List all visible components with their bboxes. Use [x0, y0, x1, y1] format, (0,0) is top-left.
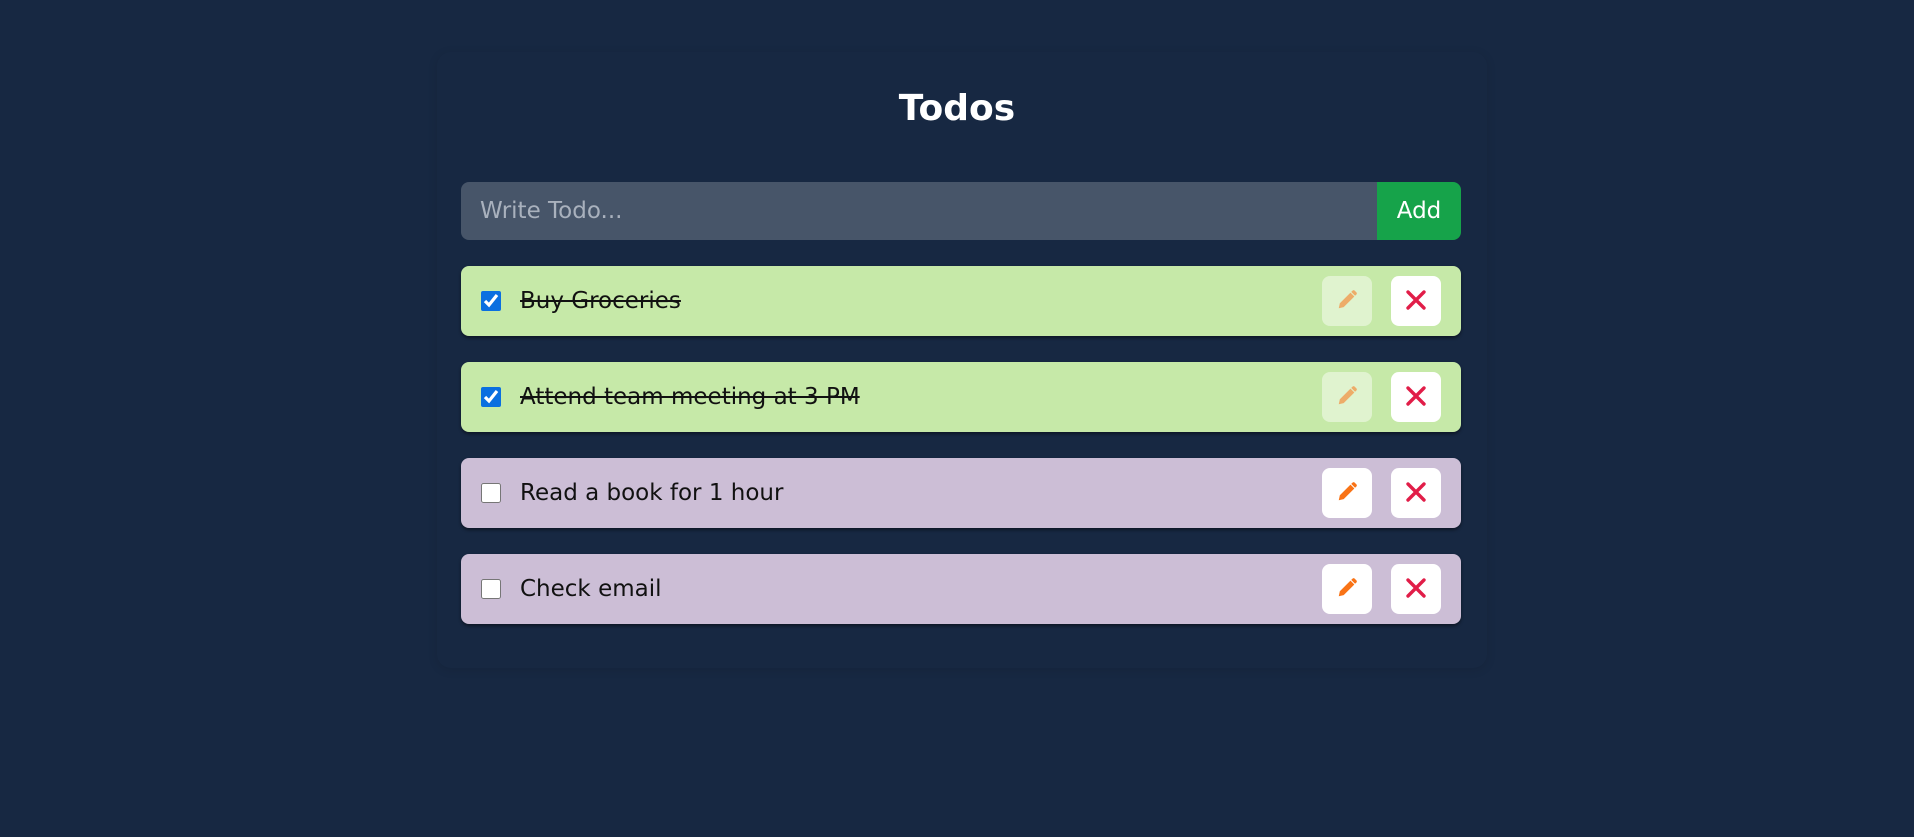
edit-button[interactable] [1322, 564, 1372, 614]
add-button[interactable]: Add [1377, 182, 1461, 240]
todo-text: Buy Groceries [520, 288, 681, 314]
todo-text: Read a book for 1 hour [520, 480, 784, 506]
todo-item: Buy Groceries [461, 266, 1461, 336]
edit-button[interactable] [1322, 372, 1372, 422]
close-icon [1404, 384, 1428, 411]
todo-form: Add [461, 182, 1461, 240]
close-icon [1404, 576, 1428, 603]
delete-button[interactable] [1391, 276, 1441, 326]
pencil-icon [1336, 385, 1358, 410]
page-title: Todos [898, 88, 1016, 129]
todo-item: Attend team meeting at 3 PM [461, 362, 1461, 432]
edit-button[interactable] [1322, 276, 1372, 326]
todo-text: Check email [520, 576, 662, 602]
todo-text: Attend team meeting at 3 PM [520, 384, 860, 410]
delete-button[interactable] [1391, 564, 1441, 614]
todo-list: Buy Groceries Attend team meeting at 3 P… [461, 266, 1461, 650]
pencil-icon [1336, 577, 1358, 602]
todo-input[interactable] [461, 182, 1377, 240]
todo-item: Read a book for 1 hour [461, 458, 1461, 528]
todo-checkbox[interactable] [481, 579, 501, 599]
close-icon [1404, 480, 1428, 507]
todo-checkbox[interactable] [481, 291, 501, 311]
todo-checkbox[interactable] [481, 387, 501, 407]
todo-item: Check email [461, 554, 1461, 624]
edit-button[interactable] [1322, 468, 1372, 518]
delete-button[interactable] [1391, 372, 1441, 422]
todo-checkbox[interactable] [481, 483, 501, 503]
pencil-icon [1336, 289, 1358, 314]
pencil-icon [1336, 481, 1358, 506]
delete-button[interactable] [1391, 468, 1441, 518]
close-icon [1404, 288, 1428, 315]
